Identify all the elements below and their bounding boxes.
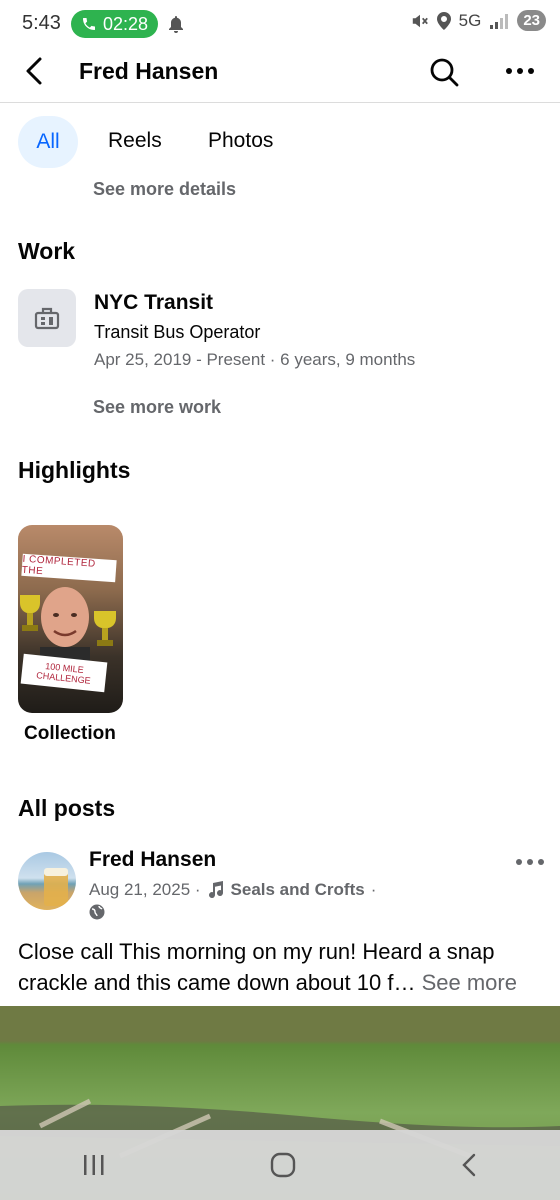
back-arrow-icon[interactable] (22, 56, 46, 86)
signal-icon (490, 13, 509, 29)
location-icon (436, 11, 451, 30)
home-icon[interactable] (270, 1152, 296, 1178)
call-indicator[interactable]: 02:28 (71, 10, 158, 38)
back-icon[interactable] (459, 1152, 479, 1178)
beer-glass-icon (44, 868, 68, 906)
post-meta-separator: · (370, 880, 377, 899)
briefcase-icon (34, 307, 60, 330)
more-options-icon[interactable] (505, 64, 535, 78)
status-indicators: 5G 23 (411, 10, 546, 31)
status-time: 5:43 (22, 12, 61, 34)
work-company[interactable]: NYC Transit (94, 291, 213, 315)
tab-all[interactable]: All (18, 116, 78, 168)
network-type: 5G (458, 10, 482, 30)
battery-level: 23 (517, 10, 546, 31)
system-nav-bar (0, 1130, 560, 1200)
work-dates: Apr 25, 2019 - Present · 6 years, 9 mont… (94, 350, 416, 369)
mute-icon (412, 14, 428, 27)
post-text: Close call This morning on my run! Heard… (18, 936, 543, 998)
post-more-options-icon[interactable] (515, 856, 545, 868)
recent-apps-icon[interactable] (81, 1153, 107, 1177)
header-divider (0, 102, 560, 103)
page-title: Fred Hansen (79, 58, 219, 84)
post-date: Aug 21, 2025 · (89, 880, 201, 899)
post-music-title[interactable]: Seals and Crofts (231, 880, 365, 900)
search-icon[interactable] (428, 56, 460, 88)
all-posts-heading: All posts (18, 795, 116, 821)
highlight-collection-card[interactable]: I COMPLETED THE 100 MILE CHALLENGE (18, 525, 123, 713)
see-more-link[interactable]: See more (422, 970, 517, 995)
tab-photos[interactable]: Photos (208, 129, 273, 153)
highlight-banner-top: I COMPLETED THE (21, 553, 117, 583)
highlights-heading: Highlights (18, 457, 131, 483)
call-timer: 02:28 (102, 13, 149, 34)
highlight-label[interactable]: Collection (24, 723, 116, 745)
work-icon-tile (18, 289, 76, 347)
work-position: Transit Bus Operator (94, 322, 261, 342)
see-more-work-link[interactable]: See more work (93, 397, 221, 418)
globe-icon (89, 904, 105, 920)
music-note-icon (208, 881, 223, 899)
post-meta: Aug 21, 2025 · Seals and Crofts · (89, 880, 376, 900)
person-face-image (40, 587, 90, 661)
avatar[interactable] (18, 852, 76, 910)
work-heading: Work (18, 238, 76, 264)
phone-icon (82, 18, 95, 30)
tab-reels[interactable]: Reels (108, 129, 162, 153)
see-more-details-link[interactable]: See more details (93, 179, 236, 200)
post-author[interactable]: Fred Hansen (89, 848, 216, 872)
notification-bell-icon (169, 16, 183, 33)
